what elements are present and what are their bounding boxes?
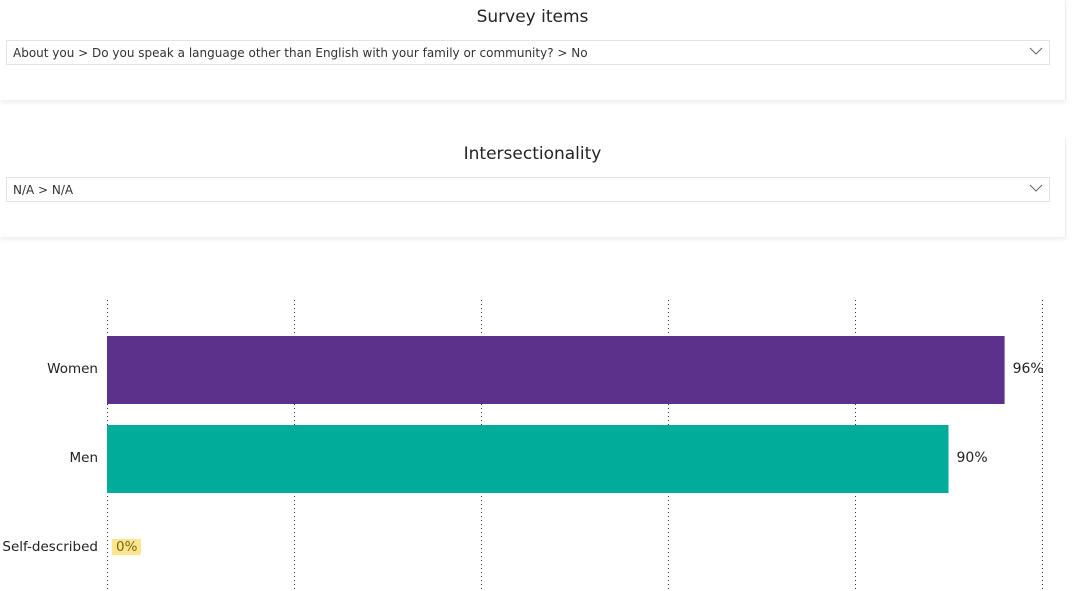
intersectionality-dropdown[interactable]: N/A > N/A [6,177,1050,202]
bar-women[interactable] [107,336,1005,404]
category-label: Women [47,361,98,377]
category-label: Self-described [2,539,98,555]
bar-men[interactable] [107,425,949,493]
data-label: 90% [956,450,988,466]
bar-chart: Women 96% Men 90% Self-described 0% [0,290,1073,591]
survey-items-card: Survey items About you > Do you speak a … [0,0,1066,100]
category-label: Men [69,450,98,466]
chevron-down-icon[interactable] [1029,44,1043,58]
survey-items-title: Survey items [476,7,589,27]
survey-items-dropdown[interactable]: About you > Do you speak a language othe… [6,40,1050,65]
data-label: 96% [1012,361,1044,377]
chart-svg [107,300,1043,591]
survey-items-selected-value: About you > Do you speak a language othe… [13,46,588,60]
intersectionality-card: Intersectionality N/A > N/A [0,137,1066,237]
chevron-down-icon[interactable] [1029,181,1043,195]
data-label: 0% [112,539,142,555]
intersectionality-title: Intersectionality [463,144,602,164]
intersectionality-selected-value: N/A > N/A [13,183,74,197]
